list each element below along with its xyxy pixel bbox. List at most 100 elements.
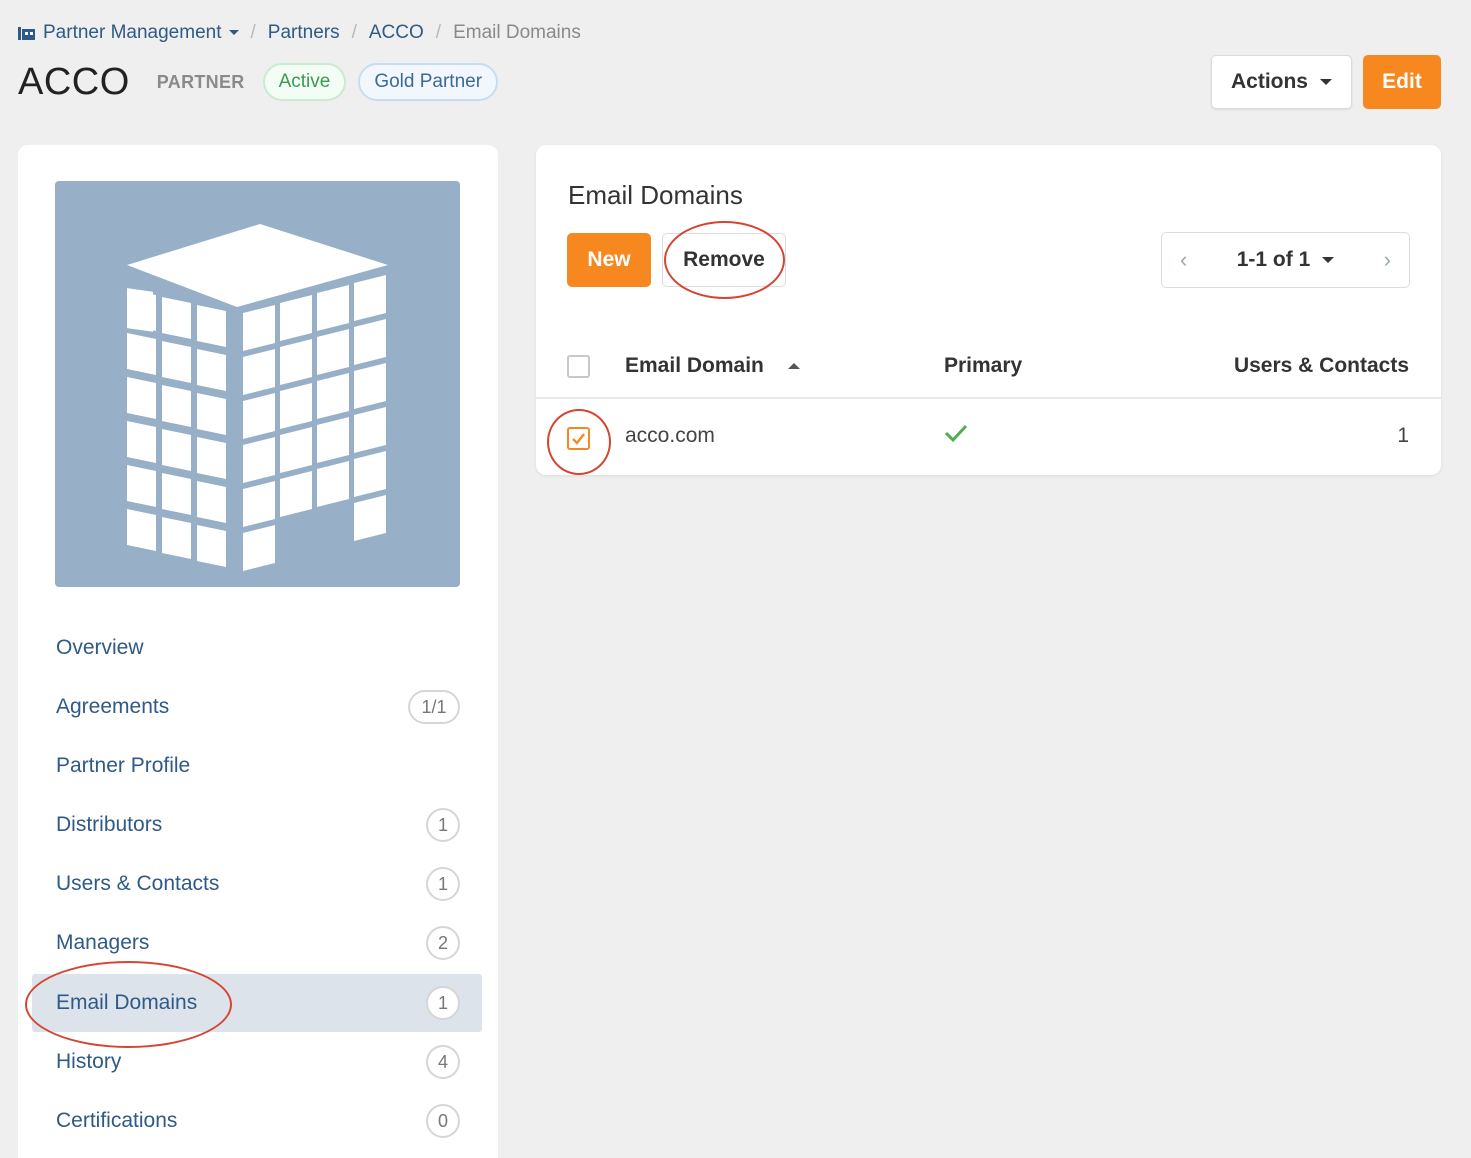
table-row[interactable]: acco.com 1 [536, 401, 1441, 471]
breadcrumb-acco[interactable]: ACCO [369, 22, 424, 44]
building-window [317, 461, 349, 507]
page-title: ACCO [18, 60, 130, 103]
building-window [354, 451, 386, 497]
building-window [197, 525, 226, 567]
breadcrumb-separator: / [435, 22, 442, 43]
sidebar-item-agreements[interactable]: Agreements 1/1 [32, 678, 482, 736]
count-badge: 4 [426, 1045, 460, 1079]
edit-button[interactable]: Edit [1363, 55, 1441, 109]
sidebar-item-label: Distributors [56, 813, 163, 836]
breadcrumb-current: Email Domains [453, 22, 581, 43]
building-window [127, 465, 156, 507]
sidebar-item-partner-profile[interactable]: Partner Profile [32, 737, 482, 795]
count-badge: 1 [426, 808, 460, 842]
count-badge: 2 [426, 926, 460, 960]
annotation-circle [664, 221, 785, 299]
section-title: Email Domains [568, 180, 743, 210]
building-window [243, 305, 275, 351]
sidebar-item-certifications[interactable]: Certifications 0 [32, 1092, 482, 1150]
sidebar-item-label: Overview [56, 636, 144, 659]
chevron-down-icon [228, 30, 239, 36]
building-window [127, 377, 156, 419]
count-badge: 1 [426, 986, 460, 1020]
building-window [127, 421, 156, 463]
breadcrumb-label: Partner Management [43, 22, 222, 43]
building-window [127, 333, 156, 375]
count-badge: 1/1 [408, 690, 460, 724]
actions-label: Actions [1230, 70, 1308, 93]
sidebar-item-overview[interactable]: Overview [32, 619, 482, 677]
building-window [354, 495, 386, 541]
building-window [317, 417, 349, 463]
select-all-checkbox[interactable] [567, 355, 590, 378]
building-window [354, 407, 386, 453]
breadcrumb-partners[interactable]: Partners [268, 22, 340, 44]
status-badge: Active [262, 63, 347, 101]
building-window [197, 349, 226, 391]
chevron-right-icon[interactable]: › [1384, 247, 1391, 273]
tier-badge: Gold Partner [358, 63, 499, 101]
column-label: Email Domain [625, 354, 764, 377]
chevron-left-icon[interactable]: ‹ [1180, 247, 1187, 273]
building-window [280, 383, 312, 429]
column-header-email-domain[interactable]: Email Domain [625, 354, 800, 378]
building-window [317, 373, 349, 419]
building-window [243, 349, 275, 395]
partner-logo [55, 181, 460, 587]
building-window [197, 305, 226, 347]
building-window [243, 481, 275, 527]
pagination: ‹ 1-1 of 1 › [1161, 232, 1410, 288]
email-domains-panel: Email Domains New Remove ‹ 1-1 of 1 › Em… [536, 145, 1441, 475]
breadcrumb-separator: / [351, 22, 357, 43]
pagination-label: 1-1 of 1 [1236, 248, 1311, 271]
count-badge: 1 [426, 867, 460, 901]
column-header-primary[interactable]: Primary [944, 354, 1022, 378]
column-header-users-contacts[interactable]: Users & Contacts [1234, 354, 1409, 378]
sidebar-item-label: Users & Contacts [56, 872, 220, 895]
building-icon [18, 27, 35, 40]
record-type-label: PARTNER [156, 71, 245, 92]
primary-check-icon [944, 423, 968, 449]
building-window [243, 437, 275, 483]
building-window [280, 339, 312, 385]
building-window [243, 525, 275, 571]
sidebar-item-label: Managers [56, 931, 150, 954]
breadcrumb-separator: / [250, 22, 256, 43]
building-window [162, 385, 191, 427]
sidebar-item-label: Agreements [56, 695, 170, 718]
email-domain-cell[interactable]: acco.com [625, 424, 715, 448]
annotation-circle [25, 961, 232, 1048]
building-window [243, 393, 275, 439]
building-window [280, 471, 312, 517]
building-window [162, 429, 191, 471]
building-window [162, 297, 191, 339]
page-header: ACCO PARTNER Active Gold Partner [18, 58, 499, 106]
sidebar-item-users-contacts[interactable]: Users & Contacts 1 [32, 855, 482, 913]
annotation-circle [547, 409, 611, 475]
breadcrumb-partner-management[interactable]: Partner Management [43, 22, 239, 44]
building-window [162, 473, 191, 515]
building-window [354, 319, 386, 365]
building-window [127, 289, 156, 331]
sidebar-item-distributors[interactable]: Distributors 1 [32, 796, 482, 854]
building-window [354, 363, 386, 409]
building-window [162, 341, 191, 383]
building-window [197, 481, 226, 523]
building-window [197, 393, 226, 435]
actions-button[interactable]: Actions [1211, 55, 1352, 109]
building-window [280, 427, 312, 473]
pagination-selector[interactable]: 1-1 of 1 [1237, 248, 1335, 272]
building-window [317, 285, 349, 331]
building-window [317, 329, 349, 375]
sidebar-item-label: Certifications [56, 1109, 178, 1132]
building-window [127, 509, 156, 551]
sidebar-item-label: Partner Profile [56, 754, 191, 777]
building-window [354, 275, 386, 321]
users-contacts-cell: 1 [1397, 424, 1409, 447]
building-window [280, 295, 312, 341]
building-window [197, 437, 226, 479]
table-header: Email Domain Primary Users & Contacts [536, 335, 1441, 399]
sidebar-item-label: History [56, 1050, 122, 1073]
new-button[interactable]: New [567, 233, 651, 287]
building-icon [127, 224, 388, 571]
